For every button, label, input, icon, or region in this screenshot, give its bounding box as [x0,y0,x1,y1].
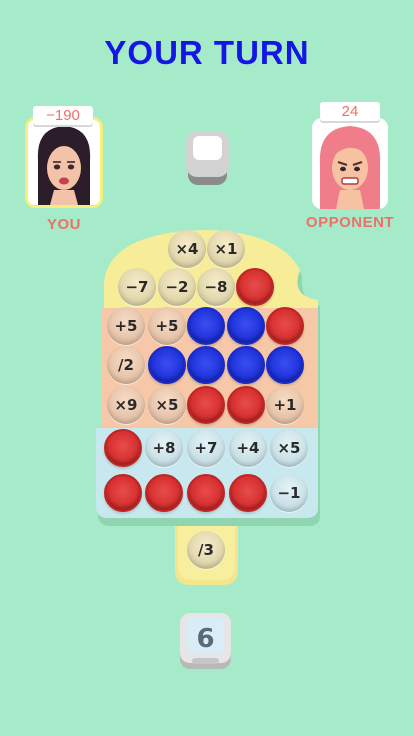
bubble-1-0[interactable]: −7 [118,268,156,306]
red-bubble-6-1[interactable] [145,474,183,512]
red-bubble-6-0[interactable] [104,474,142,512]
bubble-0-1[interactable]: ×1 [207,230,245,268]
red-bubble-6-3[interactable] [229,474,267,512]
bubble-3-0[interactable]: /2 [107,346,145,384]
red-bubble-1-3[interactable] [236,268,274,306]
bubble-5-4[interactable]: ×5 [270,429,308,467]
bubble-5-2[interactable]: +7 [187,429,225,467]
bubble-5-3[interactable]: +4 [229,429,267,467]
bubble-2-1[interactable]: +5 [148,307,186,345]
blue-bubble-3-3[interactable] [227,346,265,384]
red-bubble-6-2[interactable] [187,474,225,512]
bubble-4-0[interactable]: ×9 [107,386,145,424]
bubble-6-4[interactable]: −1 [270,474,308,512]
blue-bubble-2-2[interactable] [187,307,225,345]
dice-value: 6 [196,624,214,654]
bubble-2-0[interactable]: +5 [107,307,145,345]
blue-bubble-3-2[interactable] [187,346,225,384]
red-bubble-5-0[interactable] [104,429,142,467]
bubble-0-0[interactable]: ×4 [168,230,206,268]
bubble-1-2[interactable]: −8 [197,268,235,306]
bubble-1-1[interactable]: −2 [158,268,196,306]
blue-bubble-3-4[interactable] [266,346,304,384]
stick-bubble[interactable]: /3 [187,531,225,569]
blue-bubble-2-3[interactable] [227,307,265,345]
dice[interactable]: 6 [178,611,233,671]
bubble-4-1[interactable]: ×5 [148,386,186,424]
blue-bubble-3-1[interactable] [148,346,186,384]
red-bubble-2-4[interactable] [266,307,304,345]
bubble-4-4[interactable]: +1 [266,386,304,424]
bubble-5-1[interactable]: +8 [145,429,183,467]
red-bubble-4-3[interactable] [227,386,265,424]
red-bubble-4-2[interactable] [187,386,225,424]
